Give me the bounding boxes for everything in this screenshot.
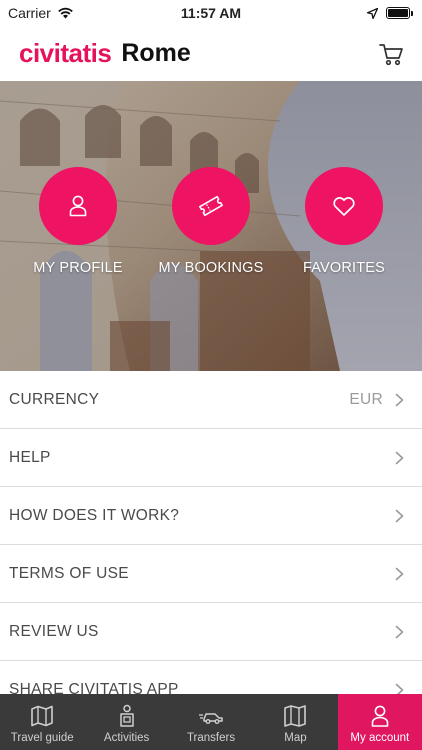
tab-travel-guide[interactable]: Travel guide (0, 694, 84, 750)
chevron-right-icon (395, 451, 404, 464)
city-title: Rome (121, 39, 191, 67)
user-icon (371, 705, 389, 727)
app-header: civitatis Rome (0, 26, 422, 81)
menu-item-currency[interactable]: CURRENCY EUR (0, 371, 422, 429)
status-bar: Carrier (0, 0, 422, 26)
tab-transfers[interactable]: Transfers (169, 694, 253, 750)
my-bookings-label: MY BOOKINGS (158, 260, 264, 276)
my-profile-circle[interactable] (39, 167, 117, 245)
ticket-icon (199, 195, 223, 217)
favorites-button[interactable]: FAVORITES (274, 167, 414, 276)
battery-icon (386, 7, 413, 19)
menu-item-label: HELP (9, 448, 51, 466)
menu-item-how-it-works[interactable]: HOW DOES IT WORK? (0, 487, 422, 545)
activities-icon (119, 704, 134, 727)
menu-item-label: TERMS OF USE (9, 564, 129, 582)
account-menu-list: CURRENCY EUR HELP HOW DOES IT WORK? TERM… (0, 371, 422, 719)
map-icon (284, 705, 307, 727)
menu-item-label: REVIEW US (9, 622, 99, 640)
menu-item-label: CURRENCY (9, 390, 100, 408)
chevron-right-icon (395, 393, 404, 406)
favorites-label: FAVORITES (302, 260, 386, 276)
user-icon (69, 195, 87, 217)
my-profile-button[interactable]: MY PROFILE (8, 167, 148, 276)
bottom-tab-bar: Travel guide Activities Transfers Map My… (0, 694, 422, 750)
cart-icon[interactable] (378, 41, 404, 67)
heart-icon (333, 197, 355, 216)
tab-label: Travel guide (10, 732, 74, 744)
location-arrow-icon (367, 7, 378, 19)
my-profile-label: MY PROFILE (33, 260, 123, 276)
tab-label: Map (284, 732, 307, 744)
menu-item-review-us[interactable]: REVIEW US (0, 603, 422, 661)
wifi-icon (57, 7, 73, 19)
favorites-circle[interactable] (305, 167, 383, 245)
brand-logo[interactable]: civitatis (19, 38, 112, 69)
my-bookings-button[interactable]: MY BOOKINGS (141, 167, 281, 276)
menu-item-help[interactable]: HELP (0, 429, 422, 487)
menu-item-label: HOW DOES IT WORK? (9, 506, 180, 524)
car-icon (199, 713, 223, 725)
map-book-icon (31, 705, 54, 727)
my-bookings-circle[interactable] (172, 167, 250, 245)
tab-label: Activities (103, 732, 150, 744)
tab-label: Transfers (186, 732, 236, 744)
tab-my-account[interactable]: My account (337, 694, 422, 750)
hero-banner: MY PROFILE MY BOOKINGS FAVORITES (0, 81, 422, 371)
menu-item-terms-of-use[interactable]: TERMS OF USE (0, 545, 422, 603)
tab-label: My account (350, 732, 410, 744)
carrier-label: Carrier (8, 5, 51, 21)
tab-map[interactable]: Map (253, 694, 337, 750)
chevron-right-icon (395, 625, 404, 638)
currency-value: EUR (349, 390, 383, 408)
chevron-right-icon (395, 567, 404, 580)
chevron-right-icon (395, 509, 404, 522)
tab-activities[interactable]: Activities (84, 694, 168, 750)
